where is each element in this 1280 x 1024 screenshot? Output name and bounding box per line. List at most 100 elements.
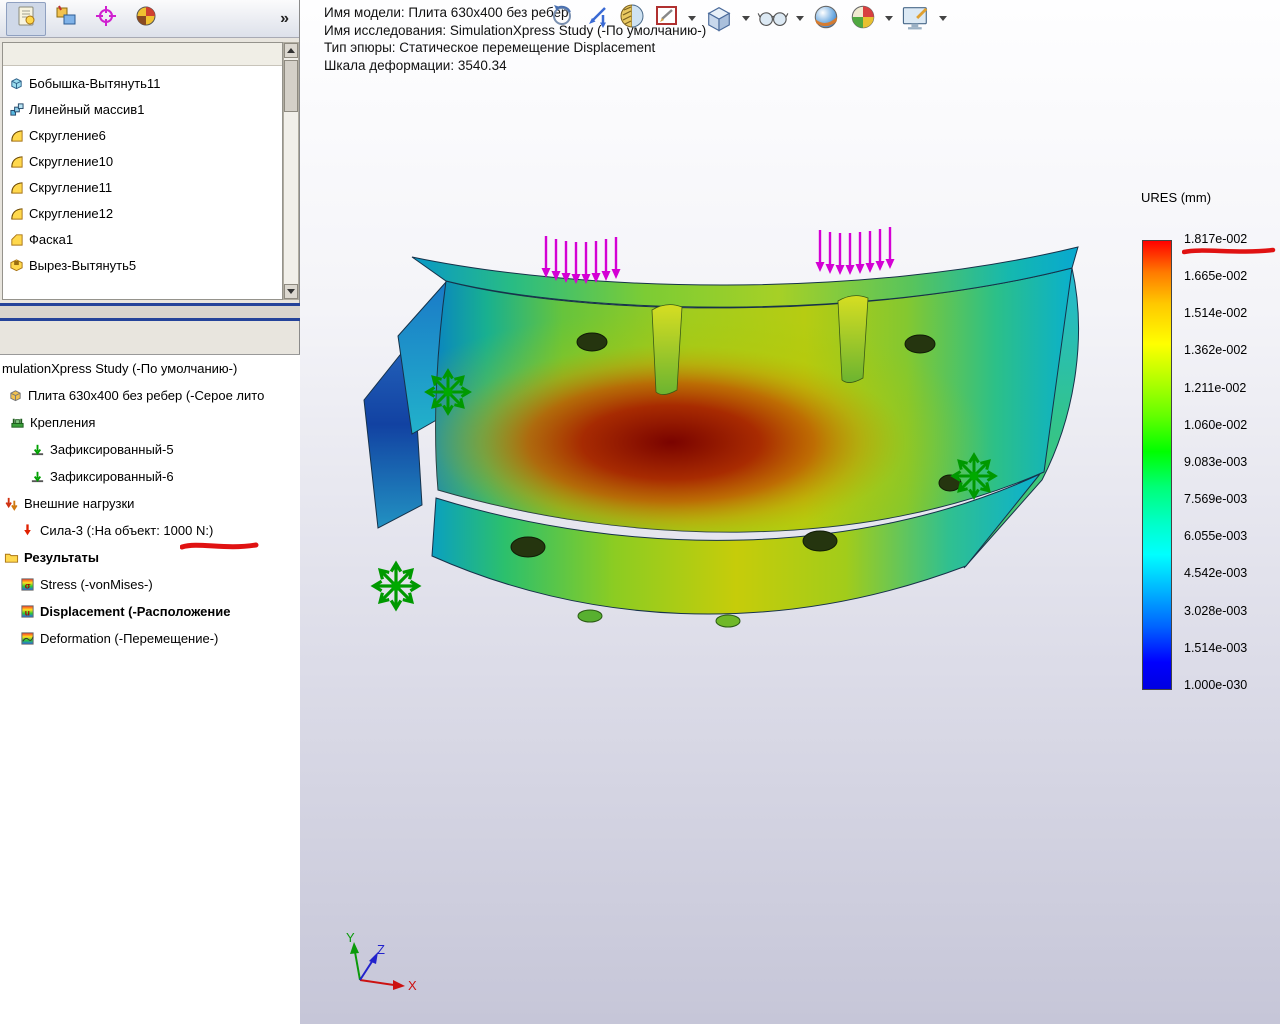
study-item-label: Deformation (-Перемещение-) (40, 631, 219, 646)
study-item-deformation[interactable]: Deformation (-Перемещение-) (0, 625, 300, 652)
tab-configuration-manager[interactable] (46, 2, 86, 36)
tree-item-fillet12[interactable]: Скругление12 (3, 200, 282, 226)
legend-tick-label: 7.569e-003 (1184, 492, 1248, 507)
rotate-view-icon (548, 2, 576, 35)
arrow-up-icon (287, 48, 295, 53)
force-icon (20, 523, 35, 538)
scroll-down-button[interactable] (284, 284, 298, 299)
legend-tick-label: 1.514e-002 (1184, 306, 1248, 321)
dropdown-caret-icon[interactable] (796, 16, 804, 21)
feature-tree-header (3, 43, 282, 66)
edit-sketch-icon (653, 2, 681, 35)
dropdown-caret-icon[interactable] (688, 16, 696, 21)
study-item-stress[interactable]: σ Stress (-vonMises-) (0, 571, 300, 598)
triad-y-label: Y (346, 930, 355, 945)
tree-item-fillet11[interactable]: Скругление11 (3, 174, 282, 200)
solidworks-window: » Бобышка-Вытянуть11 Линейный массив1 Ск… (0, 0, 1280, 1024)
dropdown-caret-icon[interactable] (742, 16, 750, 21)
arrow-down-icon (287, 289, 295, 294)
edit-appearance-icon (811, 2, 841, 37)
tree-item-fillet6[interactable]: Скругление6 (3, 122, 282, 148)
legend-tick-label: 1.060e-002 (1184, 417, 1248, 432)
study-item-label: Сила-3 (:На объект: 1000 N:) (40, 523, 214, 538)
tree-item-label: Скругление6 (29, 127, 106, 143)
section-view-button[interactable] (618, 2, 646, 35)
chamfer-icon (9, 232, 24, 247)
fillet-icon (9, 128, 24, 143)
part-icon (8, 388, 23, 403)
study-item-fixtures[interactable]: Крепления (0, 409, 300, 436)
legend-tick-label: 6.055e-003 (1184, 529, 1248, 544)
legend-tick-label: 1.362e-002 (1184, 343, 1248, 358)
rotate-view-button[interactable] (548, 2, 576, 35)
view-orientation-button[interactable] (703, 2, 735, 39)
expand-panel-button[interactable]: » (280, 10, 289, 28)
view-settings-button[interactable] (900, 2, 932, 39)
tree-item-chamfer[interactable]: Фаска1 (3, 226, 282, 252)
study-item-label: Результаты (24, 550, 99, 565)
legend-tick-label: 9.083e-003 (1184, 454, 1248, 469)
fixed-geometry-icon (30, 469, 45, 484)
fixtures-folder-icon (10, 415, 25, 430)
apply-scene-button[interactable] (848, 2, 878, 37)
panel-splitter-horizontal[interactable] (0, 303, 300, 321)
load-arrows (540, 225, 896, 286)
cut-extrude-icon (9, 258, 24, 273)
heads-up-toolbar (548, 2, 947, 39)
scroll-thumb[interactable] (284, 60, 298, 112)
study-title[interactable]: mulationXpress Study (-По умолчанию-) (0, 355, 300, 382)
view-settings-icon (900, 2, 932, 39)
dropdown-caret-icon[interactable] (885, 16, 893, 21)
legend-tick-label: 1.514e-003 (1184, 640, 1248, 655)
previous-view-button[interactable] (583, 2, 611, 35)
study-item-part[interactable]: Плита 630x400 без ребер (-Серое лито (0, 382, 300, 409)
study-item-external-loads[interactable]: Внешние нагрузки (0, 490, 300, 517)
model-plot[interactable]: X Y Z (300, 0, 1280, 1024)
legend-tick-label: 4.542e-003 (1184, 566, 1248, 581)
study-title-label: mulationXpress Study (-По умолчанию-) (2, 361, 238, 376)
tab-dimxpert-manager[interactable] (86, 2, 126, 36)
tab-display-manager[interactable] (126, 2, 166, 36)
study-item-label: Stress (-vonMises-) (40, 577, 153, 592)
legend-color-bar (1142, 240, 1172, 690)
fillet-icon (9, 180, 24, 195)
section-view-icon (618, 2, 646, 35)
tab-property-manager[interactable] (6, 1, 46, 36)
study-item-fixed-6[interactable]: Зафиксированный-6 (0, 463, 300, 490)
tree-item-boss-extrude[interactable]: Бобышка-Вытянуть11 (3, 70, 282, 96)
feature-tree-scrollbar[interactable] (283, 42, 299, 300)
study-item-label: Зафиксированный-6 (50, 469, 174, 484)
study-item-label: Зафиксированный-5 (50, 442, 174, 457)
tree-item-label: Бобышка-Вытянуть11 (29, 75, 161, 91)
displacement-plot-icon: u (20, 604, 35, 619)
feature-manager-panel: » Бобышка-Вытянуть11 Линейный массив1 Ск… (0, 0, 300, 1024)
tree-item-label: Линейный массив1 (29, 101, 145, 117)
tree-item-fillet10[interactable]: Скругление10 (3, 148, 282, 174)
tree-item-linear-pattern[interactable]: Линейный массив1 (3, 96, 282, 122)
study-item-fixed-5[interactable]: Зафиксированный-5 (0, 436, 300, 463)
triad-z-label: Z (377, 942, 385, 957)
graphics-area[interactable]: Имя модели: Плита 630x400 без ребер Имя … (300, 0, 1280, 1024)
edit-sketch-button[interactable] (653, 2, 681, 35)
legend-tick-label: 1.211e-002 (1184, 380, 1247, 395)
feature-tree: Бобышка-Вытянуть11 Линейный массив1 Скру… (2, 42, 283, 300)
legend-tick-label: 1.665e-002 (1184, 269, 1248, 284)
svg-text:u: u (25, 607, 30, 617)
tree-item-label: Вырез-Вытянуть5 (29, 257, 137, 273)
boss-extrude-icon (9, 76, 24, 91)
results-folder-icon (4, 550, 19, 565)
scroll-up-button[interactable] (284, 43, 298, 58)
dimxpert-manager-tab-icon (94, 4, 118, 33)
study-item-displacement[interactable]: u Displacement (-Расположение (0, 598, 300, 625)
legend-tick-label: 1.000e-030 (1184, 677, 1248, 692)
edit-appearance-button[interactable] (811, 2, 841, 37)
tree-item-cut-extrude[interactable]: Вырез-Вытянуть5 (3, 252, 282, 278)
result-legend: URES (mm) 1.817e-002 1.665e-002 1.514e-0… (1136, 186, 1280, 726)
triad-x-label: X (408, 978, 417, 993)
display-manager-tab-icon (134, 4, 158, 33)
dropdown-caret-icon[interactable] (939, 16, 947, 21)
simulation-study-tree: mulationXpress Study (-По умолчанию-) Пл… (0, 354, 300, 1024)
apply-scene-icon (848, 2, 878, 37)
hide-show-items-button[interactable] (757, 2, 789, 39)
deformation-plot-icon (20, 631, 35, 646)
